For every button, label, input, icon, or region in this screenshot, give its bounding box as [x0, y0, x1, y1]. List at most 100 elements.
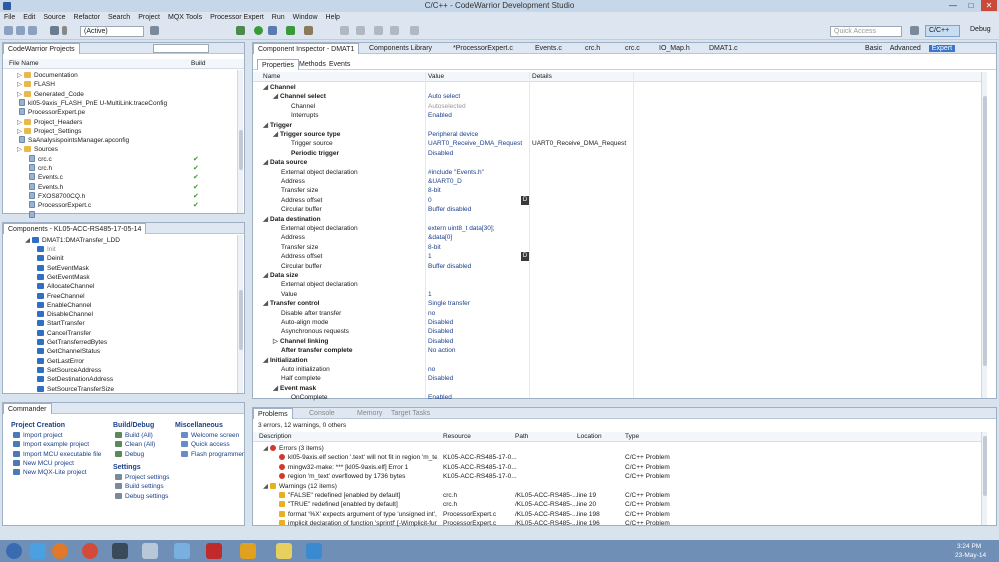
method-item[interactable]: GetChannelStatus	[37, 347, 100, 356]
tree-item[interactable]: kl05-9axis_FLASH_PnE U-MultiLink.traceCo…	[17, 98, 167, 108]
property-value[interactable]: Enabled	[428, 111, 452, 120]
expand-icon[interactable]: ◢	[263, 272, 268, 279]
build-icon[interactable]	[50, 26, 59, 35]
method-item[interactable]: GetEventMask	[37, 273, 90, 282]
menu-file[interactable]: File	[0, 12, 19, 23]
property-value[interactable]: UART0_Receive_DMA_Request	[428, 139, 522, 148]
menu-project[interactable]: Project	[134, 12, 164, 23]
problem-row[interactable]: mingw32-make: *** [kl05-9axis.elf] Error…	[279, 463, 437, 472]
tree-item[interactable]	[27, 210, 38, 220]
method-item[interactable]: AllocateChannel	[37, 282, 94, 291]
expand-icon[interactable]: ◢	[273, 385, 278, 392]
inspector-tab-properties[interactable]: Properties	[257, 59, 299, 70]
method-item[interactable]: SetSourceTransferSize	[37, 385, 114, 394]
menu-processor-expert[interactable]: Processor Expert	[206, 12, 268, 23]
chrome-icon[interactable]	[82, 543, 98, 559]
tree-item[interactable]: Events.h	[27, 182, 63, 192]
commander-item-build-all[interactable]: Build (All)	[115, 431, 153, 440]
close-button[interactable]: ✕	[981, 0, 997, 11]
collapse-icon[interactable]: ◢	[263, 483, 268, 490]
method-item[interactable]: EnableChannel	[37, 301, 91, 310]
firefox-icon[interactable]	[52, 543, 68, 559]
property-value[interactable]: Auto select	[428, 92, 460, 101]
expand-icon[interactable]: ▷	[17, 146, 22, 153]
maximize-button[interactable]: □	[963, 0, 979, 11]
menu-search[interactable]: Search	[104, 12, 134, 23]
minimize-button[interactable]: —	[945, 0, 961, 11]
property-value[interactable]: Single transfer	[428, 299, 470, 308]
problems-tab-memory[interactable]: Memory	[353, 408, 386, 419]
editor-tab-crc-h[interactable]: crc.h	[581, 43, 604, 54]
components-scroll-thumb[interactable]	[239, 290, 243, 350]
method-item[interactable]: FreeChannel	[37, 292, 85, 301]
menu-mqx-tools[interactable]: MQX Tools	[164, 12, 206, 23]
property-value[interactable]: No action	[428, 346, 455, 355]
tree-item[interactable]: ▷ FLASH	[17, 80, 55, 89]
nav-back-icon[interactable]	[340, 26, 349, 35]
tree-item[interactable]: SaAnalysispointsManager.apconfig	[17, 136, 129, 145]
tree-item[interactable]: crc.h	[27, 164, 52, 173]
tree-item[interactable]: ▷ Project_Settings	[17, 127, 81, 136]
files-icon[interactable]	[142, 543, 158, 559]
problems-col-type[interactable]: Type	[625, 432, 639, 442]
open-perspective-icon[interactable]	[910, 26, 919, 35]
network-app-icon[interactable]	[306, 543, 322, 559]
method-item[interactable]: GetLastError	[37, 357, 84, 366]
property-value[interactable]: #include "Events.h"	[428, 168, 484, 177]
mode-basic[interactable]: Basic	[865, 45, 882, 52]
expand-icon[interactable]: ◢	[263, 357, 268, 364]
property-value[interactable]: extern uint8_t data[30];	[428, 224, 495, 233]
tree-item[interactable]: Events.c	[27, 173, 63, 182]
commander-item-import-mcu-executable-file[interactable]: Import MCU executable file	[13, 450, 101, 459]
component-root[interactable]: ◢ DMAT1:DMATransfer_LDD	[25, 236, 120, 245]
editor-tab-dmat1-c[interactable]: DMAT1.c	[705, 43, 742, 54]
property-edit-button[interactable]: D	[521, 195, 529, 205]
tool-app-icon[interactable]	[240, 543, 256, 559]
commander-item-debug[interactable]: Debug	[115, 450, 144, 459]
components-scrollbar[interactable]	[237, 235, 243, 393]
build-config-combo[interactable]: (Active)	[80, 26, 144, 37]
collapse-icon[interactable]: ◢	[263, 445, 268, 452]
expand-icon[interactable]: ▷	[17, 91, 22, 98]
commander-item-import-project[interactable]: Import project	[13, 431, 63, 440]
tree-item[interactable]: ProcessorExpert.pe	[17, 108, 85, 117]
expand-icon[interactable]: ▷	[17, 72, 22, 79]
expand-icon[interactable]: ◢	[273, 93, 278, 100]
menu-edit[interactable]: Edit	[19, 12, 39, 23]
commander-item-build-settings[interactable]: Build settings	[115, 482, 164, 491]
codewarrior-icon[interactable]	[112, 543, 128, 559]
method-item[interactable]: SetSourceAddress	[37, 366, 101, 375]
nav-next-icon[interactable]	[356, 26, 365, 35]
property-value[interactable]: &data[0]	[428, 233, 452, 242]
problem-row[interactable]: "FALSE" redefined [enabled by default]	[279, 491, 437, 500]
method-item[interactable]: StartTransfer	[37, 319, 85, 328]
tree-item[interactable]: ProcessorExpert.c	[27, 201, 91, 210]
problem-row[interactable]: implicit declaration of function 'sprint…	[279, 519, 437, 528]
property-value[interactable]: Enabled	[428, 393, 452, 402]
expand-icon[interactable]: ◢	[263, 159, 268, 166]
method-item[interactable]: Deinit	[37, 254, 64, 263]
expand-icon[interactable]: ◢	[263, 122, 268, 129]
method-item[interactable]: CancelTransfer	[37, 329, 91, 338]
tool-icon[interactable]	[304, 26, 313, 35]
history-forward-icon[interactable]	[390, 26, 399, 35]
menu-help[interactable]: Help	[322, 12, 344, 23]
expand-icon[interactable]: ◢	[263, 300, 268, 307]
editor-tab-io-map-h[interactable]: IO_Map.h	[655, 43, 694, 54]
inspector-scroll-thumb[interactable]	[983, 96, 987, 366]
property-value[interactable]: Disabled	[428, 327, 453, 336]
tab-commander[interactable]: Commander	[3, 403, 52, 414]
expand-icon[interactable]: ▷	[17, 81, 22, 88]
folder-app-icon[interactable]	[276, 543, 292, 559]
tree-item[interactable]: FXOS8700CQ.h	[27, 191, 85, 201]
expand-icon[interactable]: ▷	[17, 119, 22, 126]
commander-item-new-mcu-project[interactable]: New MCU project	[13, 459, 74, 468]
editor-tab-processorexpert-c[interactable]: *ProcessorExpert.c	[449, 43, 517, 54]
new-icon[interactable]	[4, 26, 13, 35]
tree-item[interactable]: ▷ Generated_Code	[17, 90, 84, 99]
commander-item-clean-all[interactable]: Clean (All)	[115, 440, 155, 449]
property-value[interactable]: 8-bit	[428, 186, 441, 195]
inspector-tab-events[interactable]: Events	[325, 59, 354, 70]
menu-run[interactable]: Run	[268, 12, 289, 23]
problems-tab-target-tasks[interactable]: Target Tasks	[387, 408, 434, 419]
